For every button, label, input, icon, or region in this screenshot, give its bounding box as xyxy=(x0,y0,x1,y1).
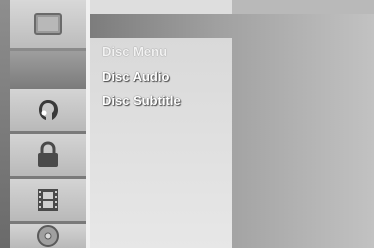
sidebar-item-film[interactable] xyxy=(10,179,86,224)
padlock-icon xyxy=(35,141,61,169)
panel-header xyxy=(90,0,232,14)
sidebar-item-disc[interactable] xyxy=(10,224,86,248)
sidebar-selection-gap xyxy=(10,51,86,89)
menu-item-disc-menu[interactable]: Disc Menu xyxy=(102,44,167,59)
menu-item-disc-subtitle[interactable]: Disc Subtitle xyxy=(102,93,181,108)
sidebar-item-display[interactable] xyxy=(10,0,86,51)
person-head-icon xyxy=(34,97,62,123)
menu-item-disc-audio[interactable]: Disc Audio xyxy=(102,69,169,84)
header-extension xyxy=(232,0,374,14)
screen-icon xyxy=(33,12,63,36)
sidebar-item-language[interactable] xyxy=(10,89,86,134)
sidebar-item-lock[interactable] xyxy=(10,134,86,179)
film-strip-icon xyxy=(35,187,61,213)
disc-icon xyxy=(35,224,61,248)
